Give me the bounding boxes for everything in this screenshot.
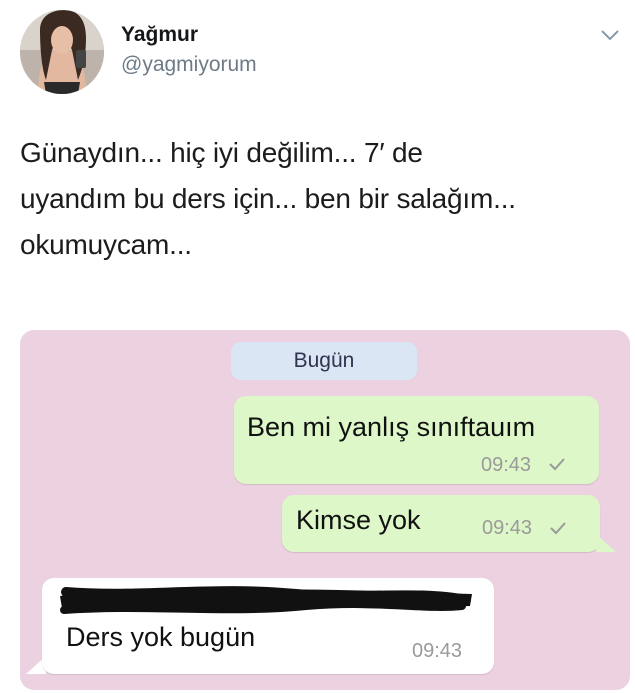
message-text: Ders yok bugün bbox=[66, 622, 256, 652]
chat-screenshot: Bugün Ben mi yanlış sınıftauım 09:43 Kim… bbox=[20, 330, 630, 690]
redaction-scribble bbox=[60, 586, 472, 614]
outgoing-message[interactable]: Ben mi yanlış sınıftauım 09:43 bbox=[234, 396, 599, 484]
outgoing-message[interactable]: Kimse yok 09:43 bbox=[282, 495, 600, 552]
user-name[interactable]: Yağmur bbox=[121, 23, 198, 47]
message-text: Kimse yok bbox=[296, 505, 421, 535]
message-time: 09:43 bbox=[482, 517, 533, 539]
bubble-tail bbox=[596, 534, 616, 552]
tweet-line: Günaydın... hiç iyi değilim... 7′ de bbox=[20, 137, 423, 168]
tweet-line: okumuycam... bbox=[20, 229, 192, 260]
tweet-header: Yağmur @yagmiyorum bbox=[20, 10, 620, 94]
tweet-text: Günaydın... hiç iyi değilim... 7′ de uya… bbox=[20, 130, 620, 268]
check-icon bbox=[549, 458, 565, 471]
check-icon bbox=[550, 522, 566, 535]
message-text: Ben mi yanlış sınıftauım bbox=[247, 412, 536, 442]
message-time: 09:43 bbox=[412, 640, 463, 662]
user-handle[interactable]: @yagmiyorum bbox=[121, 53, 257, 77]
chevron-down-icon[interactable] bbox=[600, 28, 620, 42]
incoming-message[interactable]: Ders yok bugün 09:43 bbox=[42, 578, 494, 674]
avatar[interactable] bbox=[20, 10, 104, 94]
date-pill: Bugün bbox=[231, 342, 417, 380]
message-time: 09:43 bbox=[481, 454, 532, 476]
tweet-line: uyandım bu ders için... ben bir salağım.… bbox=[20, 183, 516, 214]
